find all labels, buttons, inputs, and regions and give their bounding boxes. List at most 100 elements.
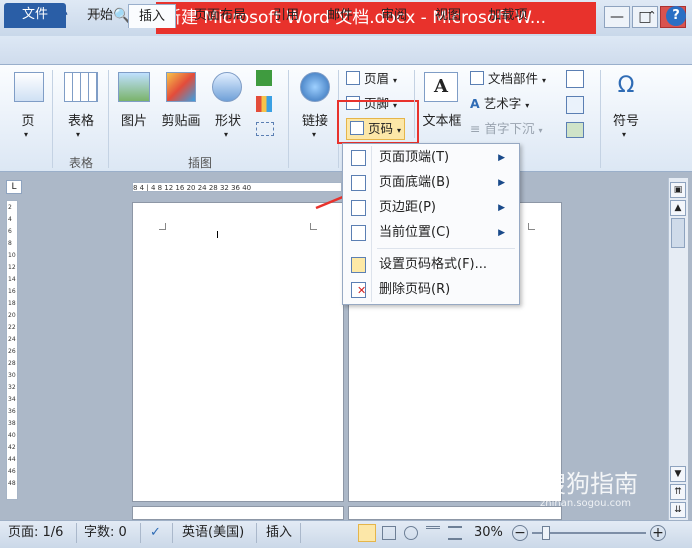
menu-item-label: 页面顶端(T) (379, 150, 450, 165)
quick-parts-icon (470, 71, 484, 85)
vertical-ruler-tick: 16 (8, 288, 16, 295)
current-position-icon (351, 225, 366, 241)
submenu-arrow-icon: ▶ (498, 203, 505, 213)
tab-references[interactable]: 引用 (264, 4, 308, 28)
vertical-ruler-tick: 24 (8, 336, 16, 343)
menu-divider (377, 248, 515, 249)
vertical-ruler-tick: 46 (8, 468, 16, 475)
vertical-ruler-tick: 4 (8, 216, 12, 223)
watermark-url: zhinan.sogou.com (540, 498, 632, 509)
scroll-down-icon[interactable]: ▼ (670, 466, 686, 482)
clipart-icon (166, 72, 196, 102)
wordart-label: 艺术字 (483, 96, 522, 111)
submenu-arrow-icon: ▶ (498, 228, 505, 238)
dropcap-button[interactable]: ≡ 首字下沉 ▾ (470, 118, 543, 140)
group-separator (414, 70, 415, 138)
outline-view-icon[interactable] (426, 526, 440, 540)
full-screen-reading-icon[interactable] (382, 526, 396, 540)
vertical-ruler-tick: 44 (8, 456, 16, 463)
smartart-icon[interactable] (256, 70, 272, 86)
shapes-button[interactable]: 形状 (208, 110, 248, 129)
status-insert-mode[interactable]: 插入 (266, 524, 292, 542)
sogou-logo-icon: S (508, 471, 538, 501)
print-layout-view-icon[interactable] (358, 524, 376, 542)
draft-view-icon[interactable] (448, 526, 462, 540)
submenu-arrow-icon: ▶ (498, 153, 505, 163)
date-time-icon[interactable] (566, 96, 584, 114)
zoom-level[interactable]: 30% (474, 524, 503, 542)
status-divider (300, 523, 301, 543)
tab-home[interactable]: 开始 (78, 4, 122, 28)
picture-button[interactable]: 图片 (114, 110, 154, 129)
table-group-label: 表格 (68, 156, 93, 170)
chevron-down-icon: ▾ (622, 130, 627, 139)
status-word-count[interactable]: 字数: 0 (84, 524, 127, 542)
document-page[interactable] (348, 506, 562, 520)
document-page[interactable] (132, 506, 344, 520)
table-icon (64, 72, 98, 102)
clipart-button[interactable]: 剪贴画 (158, 110, 204, 129)
menu-item-remove-page-numbers[interactable]: ✕ 删除页码(R) (349, 278, 515, 302)
chevron-down-icon: ▾ (24, 130, 29, 139)
vertical-ruler-tick: 12 (8, 264, 16, 271)
zoom-out-icon[interactable]: − (512, 525, 528, 541)
table-button[interactable]: 表格 (58, 110, 104, 129)
tab-selector-icon[interactable]: L (6, 180, 22, 194)
vertical-ruler-tick: 6 (8, 228, 12, 235)
page-button[interactable]: 页 (10, 110, 46, 129)
menu-item-bottom-of-page[interactable]: 页面底端(B) ▶ (349, 171, 515, 195)
tab-mailings[interactable]: 邮件 (318, 4, 362, 28)
menu-item-top-of-page[interactable]: 页面顶端(T) ▶ (349, 146, 515, 170)
ruler-toggle-icon[interactable]: ▣ (670, 182, 686, 198)
menu-item-current-position[interactable]: 当前位置(C) ▶ (349, 221, 515, 245)
highlight-box (337, 100, 419, 144)
watermark-text: 搜狗指南 (542, 470, 638, 498)
status-divider (76, 523, 77, 543)
status-language[interactable]: 英语(美国) (182, 524, 244, 542)
object-icon[interactable] (566, 122, 584, 138)
textbox-icon: A (424, 72, 458, 102)
chevron-down-icon: ▾ (224, 130, 229, 139)
menu-item-page-margins[interactable]: 页边距(P) ▶ (349, 196, 515, 220)
link-button[interactable]: 链接 (296, 110, 334, 129)
picture-icon (118, 72, 150, 102)
status-page[interactable]: 页面: 1/6 (8, 524, 63, 542)
textbox-button[interactable]: 文本框 (418, 110, 466, 129)
signature-line-icon[interactable] (566, 70, 584, 88)
text-cursor (217, 231, 218, 238)
zoom-in-icon[interactable]: + (650, 525, 666, 541)
web-layout-icon[interactable] (404, 526, 418, 540)
zoom-slider-thumb[interactable] (542, 526, 550, 540)
tab-addins[interactable]: 加载项 (480, 4, 536, 28)
previous-page-icon[interactable]: ⇈ (670, 484, 686, 500)
minimize-button[interactable]: — (604, 6, 630, 28)
screenshot-icon[interactable] (256, 122, 274, 136)
vertical-ruler-tick: 38 (8, 420, 16, 427)
tab-insert[interactable]: 插入 (128, 4, 176, 28)
tab-page-layout[interactable]: 页面布局 (184, 4, 256, 28)
wordart-button[interactable]: A 艺术字 ▾ (470, 93, 529, 115)
document-page[interactable] (132, 202, 344, 502)
collapse-ribbon-icon[interactable]: ⌃ (644, 4, 660, 28)
horizontal-ruler[interactable]: 8 4 | 4 8 12 16 20 24 28 32 36 40 (132, 182, 342, 192)
proofing-icon[interactable]: ✓ (150, 524, 161, 542)
quick-parts-button[interactable]: 文档部件 ▾ (470, 68, 546, 90)
vertical-ruler[interactable]: 2 4 6 8 10 12 14 16 18 20 22 24 26 28 30 32 34 36 38 40 42 44… (6, 200, 18, 500)
header-button[interactable]: 页眉 ▾ (346, 68, 397, 90)
vertical-ruler-tick: 30 (8, 372, 16, 379)
next-page-icon[interactable]: ⇊ (670, 502, 686, 518)
tab-file[interactable]: 文件 (4, 3, 66, 28)
menu-item-format-page-numbers[interactable]: 设置页码格式(F)... (349, 253, 515, 277)
chart-icon[interactable] (256, 96, 272, 112)
tab-review[interactable]: 审阅 (372, 4, 416, 28)
menu-item-label: 页面底端(B) (379, 175, 451, 190)
symbol-button[interactable]: 符号 (606, 110, 646, 129)
tab-view[interactable]: 视图 (426, 4, 470, 28)
header-label: 页眉 (364, 71, 390, 86)
scroll-thumb[interactable] (671, 218, 685, 248)
page-icon (14, 72, 44, 102)
scroll-up-icon[interactable]: ▲ (670, 200, 686, 216)
help-icon[interactable]: ? (666, 6, 686, 26)
menu-item-label: 设置页码格式(F)... (379, 257, 488, 272)
page-number-menu: 页面顶端(T) ▶ 页面底端(B) ▶ 页边距(P) ▶ 当前位置(C) ▶ 设置页码格… (342, 143, 520, 305)
